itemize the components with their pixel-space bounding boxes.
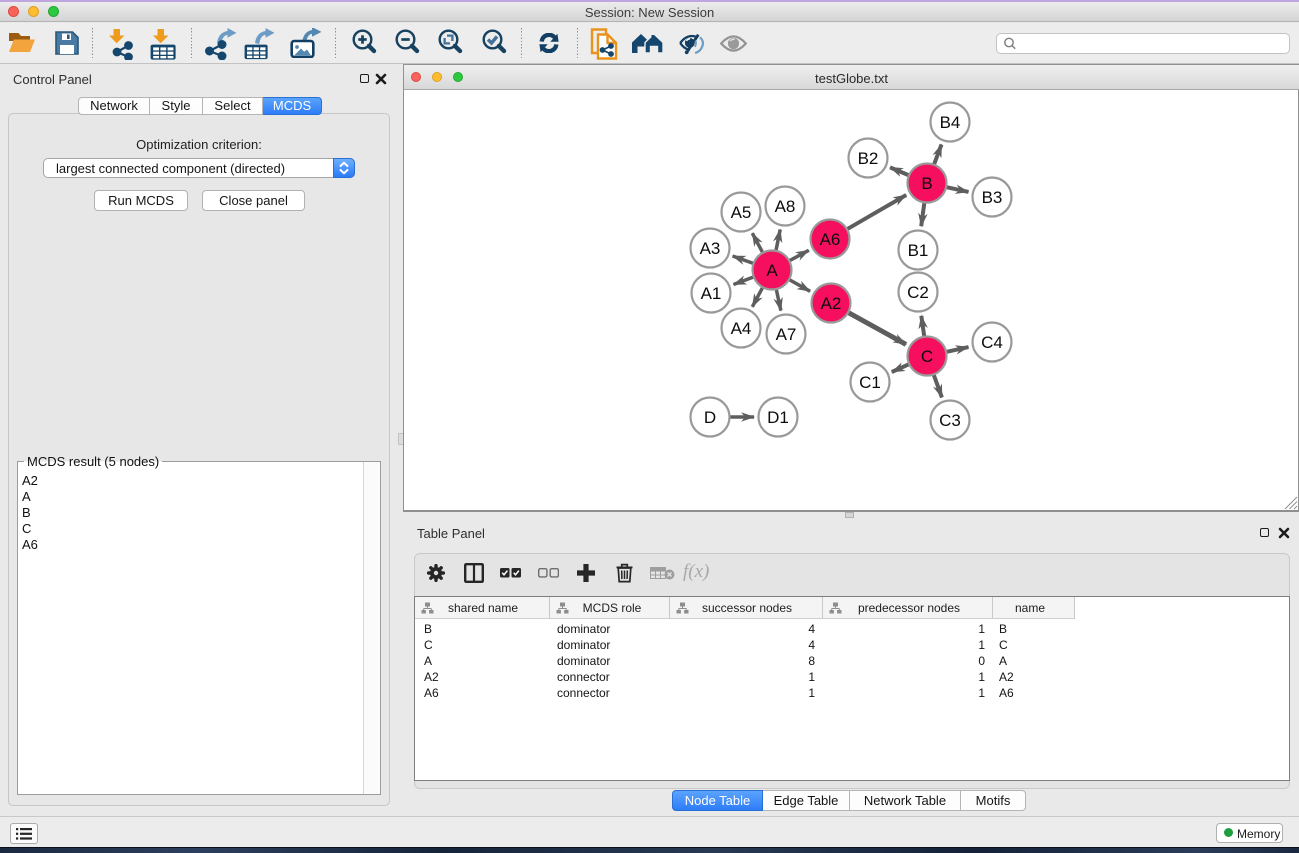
svg-text:A6: A6 bbox=[820, 230, 841, 249]
svg-text:A: A bbox=[766, 261, 778, 280]
svg-text:C4: C4 bbox=[981, 333, 1003, 352]
svg-text:A3: A3 bbox=[700, 239, 721, 258]
svg-text:A7: A7 bbox=[776, 325, 797, 344]
svg-text:C: C bbox=[921, 347, 933, 366]
svg-text:A8: A8 bbox=[775, 197, 796, 216]
svg-text:B1: B1 bbox=[908, 241, 929, 260]
svg-text:C2: C2 bbox=[907, 283, 929, 302]
svg-text:B2: B2 bbox=[858, 149, 879, 168]
svg-text:B: B bbox=[921, 174, 932, 193]
svg-text:A1: A1 bbox=[701, 284, 722, 303]
svg-text:A5: A5 bbox=[731, 203, 752, 222]
svg-text:B3: B3 bbox=[982, 188, 1003, 207]
svg-text:D: D bbox=[704, 408, 716, 427]
svg-text:B4: B4 bbox=[940, 113, 961, 132]
svg-text:A2: A2 bbox=[821, 294, 842, 313]
svg-text:C3: C3 bbox=[939, 411, 961, 430]
svg-text:A4: A4 bbox=[731, 319, 752, 338]
svg-text:C1: C1 bbox=[859, 373, 881, 392]
svg-text:D1: D1 bbox=[767, 408, 789, 427]
